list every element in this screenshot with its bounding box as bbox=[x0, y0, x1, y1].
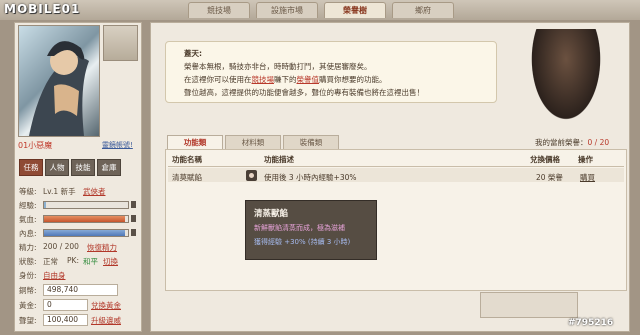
tooltip-effect: 獲得經驗 +30% (持續 3 小時) bbox=[254, 238, 351, 246]
tooltip-desc: 新鮮獸餡清蒸而成，極為滋補 bbox=[254, 224, 345, 232]
dialog-line-2: 在這裡你可以使用在競技場賺下的榮譽值購買你想要的功能。 bbox=[184, 74, 387, 85]
identity-value[interactable]: 自由身 bbox=[43, 270, 66, 281]
buy-button[interactable]: 購買 bbox=[580, 172, 595, 183]
edit-account-link[interactable]: 靈鏡帳號! bbox=[102, 140, 133, 150]
copper-value: 498,740 bbox=[43, 284, 118, 296]
pk-toggle-link[interactable]: 切換 bbox=[103, 256, 118, 267]
hp-bar-fill bbox=[44, 216, 125, 222]
identity-label: 身份: bbox=[19, 271, 37, 280]
exp-bar-fill bbox=[44, 202, 46, 208]
honor-display: 我的當前榮譽：0 / 20 bbox=[535, 137, 609, 148]
tab-town[interactable]: 鄉府 bbox=[392, 2, 454, 18]
subtab-functions[interactable]: 功能類 bbox=[167, 135, 223, 150]
col-header-action: 操作 bbox=[578, 155, 593, 164]
prestige-label: 聲望: bbox=[19, 316, 37, 325]
hp-bar bbox=[43, 215, 129, 223]
honor-label: 我的當前榮譽： bbox=[535, 138, 588, 147]
honor-shop-panel: 蓋天: 榮譽本無根，騎技亦非台，時時動打鬥，其使居審廢矣。 在這裡你可以使用在競… bbox=[150, 22, 630, 332]
mp-bar bbox=[43, 229, 129, 237]
gold-value: 0 bbox=[43, 299, 88, 311]
dialog-line-1: 榮譽本無根，騎技亦非台，時時動打鬥，其使居審廢矣。 bbox=[184, 62, 372, 71]
col-header-price: 兌換價格 bbox=[530, 155, 560, 164]
mp-bar-cap bbox=[131, 229, 136, 236]
npc-portrait bbox=[526, 29, 606, 129]
shop-table: 功能名稱 功能描述 兌換價格 操作 清莫賦餡 使用後 3 小時內經驗+30% 2… bbox=[165, 149, 627, 291]
exp-label: 經驗: bbox=[19, 201, 37, 210]
prestige-value: 100,400 bbox=[43, 314, 88, 326]
dialog-text: 在這裡你可以使用在 bbox=[184, 75, 252, 84]
top-bar bbox=[0, 0, 640, 20]
tab-arena[interactable]: 競技場 bbox=[188, 2, 250, 18]
hp-label: 氣血: bbox=[19, 215, 37, 224]
header-divider bbox=[168, 166, 624, 167]
gold-label: 黃金: bbox=[19, 301, 37, 310]
stamina-label: 精力: bbox=[19, 243, 37, 252]
character-button[interactable]: 人物 bbox=[45, 159, 69, 176]
tooltip-title: 清蒸獸餡 bbox=[254, 209, 289, 219]
status-value: 正常 bbox=[43, 257, 58, 266]
restore-stamina-link[interactable]: 恢復精力 bbox=[87, 242, 117, 253]
avatar-frame[interactable] bbox=[103, 25, 138, 61]
row-item-desc: 使用後 3 小時內經驗+30% bbox=[264, 173, 357, 182]
character-name: 01小惡魔 bbox=[18, 141, 53, 150]
upgrade-link[interactable]: 升級邊威 bbox=[91, 315, 121, 326]
pk-label: PK: bbox=[67, 256, 79, 265]
subtab-equipment[interactable]: 裝備類 bbox=[283, 135, 339, 150]
tab-honor-tree[interactable]: 榮譽樹 bbox=[324, 2, 386, 18]
hp-bar-cap bbox=[131, 215, 136, 222]
storage-button[interactable]: 倉庫 bbox=[97, 159, 121, 176]
subtab-materials[interactable]: 材料類 bbox=[225, 135, 281, 150]
row-item-price: 20 榮譽 bbox=[536, 173, 563, 182]
row-item-name: 清莫賦餡 bbox=[172, 173, 202, 182]
level-label: 等級: bbox=[19, 187, 37, 196]
warrior-illustration bbox=[29, 41, 89, 136]
status-label: 狀態: bbox=[19, 257, 37, 266]
quest-button[interactable]: 任務 bbox=[19, 159, 43, 176]
exchange-gold-link[interactable]: 兌換黃金 bbox=[91, 300, 121, 311]
npc-speaker: 蓋天: bbox=[184, 49, 202, 58]
mp-label: 內息: bbox=[19, 229, 37, 238]
npc-dialog: 蓋天: 榮譽本無根，騎技亦非台，時時動打鬥，其使居審廢矣。 在這裡你可以使用在競… bbox=[165, 41, 497, 103]
watermark: #795216 bbox=[568, 318, 614, 328]
dialog-line-3: 聲位越高，這裡提供的功能便會越多，聲位的專有裝備也將在這裡出售！ bbox=[184, 88, 424, 97]
exp-bar-cap bbox=[131, 201, 136, 208]
exp-bar bbox=[43, 201, 129, 209]
site-logo[interactable]: MOBILE01 bbox=[4, 2, 80, 16]
tab-market[interactable]: 設施市場 bbox=[256, 2, 318, 18]
item-tooltip: 清蒸獸餡 新鮮獸餡清蒸而成，極為滋補 獲得經驗 +30% (持續 3 小時) bbox=[245, 200, 377, 260]
col-header-name: 功能名稱 bbox=[172, 155, 202, 164]
copper-label: 銅幣: bbox=[19, 286, 37, 295]
honor-value-link[interactable]: 榮譽值 bbox=[297, 75, 320, 84]
bun-icon bbox=[249, 173, 254, 178]
character-portrait bbox=[18, 25, 100, 137]
character-panel: 01小惡魔 靈鏡帳號! 任務 人物 技能 倉庫 等級: Lv.1 新手 武俠者 … bbox=[14, 22, 142, 332]
honor-value: 0 / 20 bbox=[587, 138, 610, 147]
bottom-panel bbox=[480, 292, 578, 318]
class-link[interactable]: 武俠者 bbox=[83, 186, 106, 197]
dialog-text: 購買你想要的功能。 bbox=[319, 75, 387, 84]
pk-value: 和平 bbox=[83, 257, 98, 266]
col-header-desc: 功能描述 bbox=[264, 155, 294, 164]
item-icon[interactable] bbox=[246, 170, 257, 181]
arena-link[interactable]: 競技場 bbox=[252, 75, 275, 84]
stamina-value: 200 / 200 bbox=[43, 242, 79, 251]
mp-bar-fill bbox=[44, 230, 125, 236]
skills-button[interactable]: 技能 bbox=[71, 159, 95, 176]
dialog-text: 賺下的 bbox=[274, 75, 297, 84]
level-value: Lv.1 新手 bbox=[43, 187, 76, 196]
